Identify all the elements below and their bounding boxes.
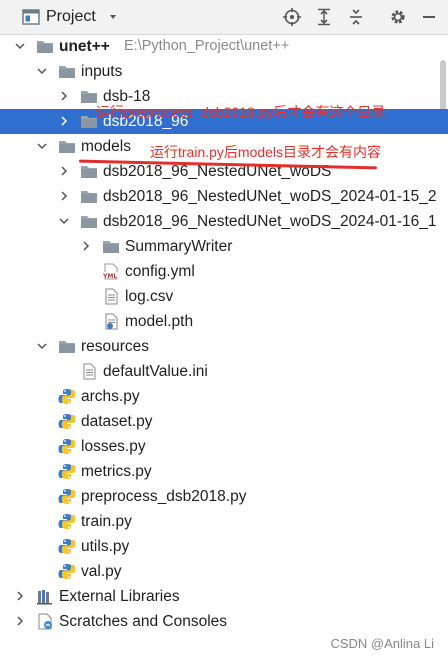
- chevron-right-icon[interactable]: [58, 90, 70, 102]
- project-toolbar: Project: [0, 0, 448, 35]
- folder-icon: [81, 191, 97, 203]
- tree-file-row[interactable]: Scratches and Consoles: [0, 609, 448, 634]
- tree-file-row[interactable]: archs.py: [0, 384, 448, 409]
- chevron-right-icon[interactable]: [58, 165, 70, 177]
- tree-item-label: archs.py: [81, 388, 140, 405]
- python-icon: [58, 489, 76, 504]
- folder-icon: [81, 166, 97, 178]
- folder-icon: [103, 241, 119, 253]
- settings-icon[interactable]: [389, 8, 407, 26]
- chevron-down-icon[interactable]: [14, 40, 26, 52]
- tree-file-row[interactable]: YML config.yml: [0, 259, 448, 284]
- tree-item-label: dataset.py: [81, 413, 153, 430]
- tree-item-label: defaultValue.ini: [103, 363, 208, 380]
- chevron-down-icon[interactable]: [58, 215, 70, 227]
- yml-icon: YML: [102, 263, 119, 280]
- python-icon: [58, 514, 76, 529]
- chevron-down-icon[interactable]: [36, 140, 48, 152]
- tree-item-label: models: [81, 138, 131, 155]
- scratches-icon: [38, 613, 52, 630]
- tree-file-row[interactable]: defaultValue.ini: [0, 359, 448, 384]
- hide-icon[interactable]: [421, 8, 437, 26]
- folder-icon: [81, 216, 97, 228]
- tree-file-row[interactable]: metrics.py: [0, 459, 448, 484]
- python-icon: [58, 439, 76, 454]
- tree-item-label: External Libraries: [59, 588, 180, 605]
- tree-file-row[interactable]: dataset.py: [0, 409, 448, 434]
- tree-folder-row[interactable]: inputs: [0, 59, 448, 84]
- tree-item-label: inputs: [81, 63, 123, 80]
- project-view-selector[interactable]: Project: [22, 6, 124, 28]
- tree-folder-row[interactable]: dsb2018_96_NestedUNet_woDS_2024-01-15_2: [0, 184, 448, 209]
- python-icon: [58, 564, 76, 579]
- chevron-right-icon[interactable]: [58, 115, 70, 127]
- locate-icon[interactable]: [283, 8, 301, 26]
- tree-folder-row[interactable]: SummaryWriter: [0, 234, 448, 259]
- project-view-title: Project: [46, 8, 96, 25]
- tree-folder-row[interactable]: dsb2018_96_NestedUNet_woDS_2024-01-16_1: [0, 209, 448, 234]
- tree-item-label: model.pth: [125, 313, 194, 330]
- chevron-right-icon[interactable]: [58, 190, 70, 202]
- annotation-note-2: 运行train.py后models目录才会有内容: [150, 144, 382, 160]
- tree-file-row[interactable]: model.pth: [0, 309, 448, 334]
- tree-item-label: val.py: [81, 563, 122, 580]
- chevron-right-icon[interactable]: [80, 240, 92, 252]
- chevron-down-icon[interactable]: [36, 65, 48, 77]
- text-file-icon: [83, 363, 96, 380]
- tree-file-row[interactable]: train.py: [0, 509, 448, 534]
- folder-icon: [59, 141, 75, 153]
- python-icon: [58, 539, 76, 554]
- tree-item-label: SummaryWriter: [125, 238, 233, 255]
- folder-icon: [59, 66, 75, 78]
- tree-item-label: utils.py: [81, 538, 130, 555]
- tree-folder-row[interactable]: unet++ E:\Python_Project\unet++: [0, 34, 448, 59]
- tree-item-label: resources: [81, 338, 150, 355]
- watermark: CSDN @Anlina Li: [330, 636, 434, 651]
- tree-folder-row[interactable]: resources: [0, 334, 448, 359]
- text-file-icon: [105, 288, 118, 305]
- python-icon: [58, 414, 76, 429]
- tree-file-row[interactable]: External Libraries: [0, 584, 448, 609]
- project-window-icon: [22, 9, 40, 25]
- tree-item-label: unet++: [59, 38, 110, 55]
- tree-item-label: metrics.py: [81, 463, 152, 480]
- tree-item-label: train.py: [81, 513, 132, 530]
- chevron-right-icon[interactable]: [14, 590, 26, 602]
- tree-item-label: dsb2018_96_NestedUNet_woDS_2024-01-16_1: [103, 213, 437, 230]
- folder-icon: [37, 41, 53, 53]
- tree-item-label: losses.py: [81, 438, 146, 455]
- project-path-hint: E:\Python_Project\unet++: [124, 38, 290, 54]
- pth-file-icon: [105, 313, 118, 330]
- chevron-down-icon[interactable]: [36, 340, 48, 352]
- tree-file-row[interactable]: preprocess_dsb2018.py: [0, 484, 448, 509]
- collapse-all-icon[interactable]: [347, 8, 365, 26]
- tree-file-row[interactable]: losses.py: [0, 434, 448, 459]
- python-icon: [58, 464, 76, 479]
- tree-item-label: dsb2018_96_NestedUNet_woDS_2024-01-15_2: [103, 188, 437, 205]
- python-icon: [58, 389, 76, 404]
- svg-text:YML: YML: [102, 273, 117, 280]
- tree-file-row[interactable]: val.py: [0, 559, 448, 584]
- tree-item-label: config.yml: [125, 263, 195, 280]
- chevron-down-icon[interactable]: [102, 9, 124, 25]
- tree-item-label: log.csv: [125, 288, 174, 305]
- tree-file-row[interactable]: utils.py: [0, 534, 448, 559]
- tree-item-label: Scratches and Consoles: [59, 613, 228, 630]
- tree-item-label: preprocess_dsb2018.py: [81, 488, 247, 505]
- libraries-icon: [37, 590, 52, 605]
- expand-all-icon[interactable]: [315, 8, 333, 26]
- folder-icon: [59, 341, 75, 353]
- tree-file-row[interactable]: log.csv: [0, 284, 448, 309]
- chevron-right-icon[interactable]: [14, 615, 26, 627]
- annotation-note-1: 运行preprocess_dsb2018.py后才会有这个目录: [96, 104, 386, 120]
